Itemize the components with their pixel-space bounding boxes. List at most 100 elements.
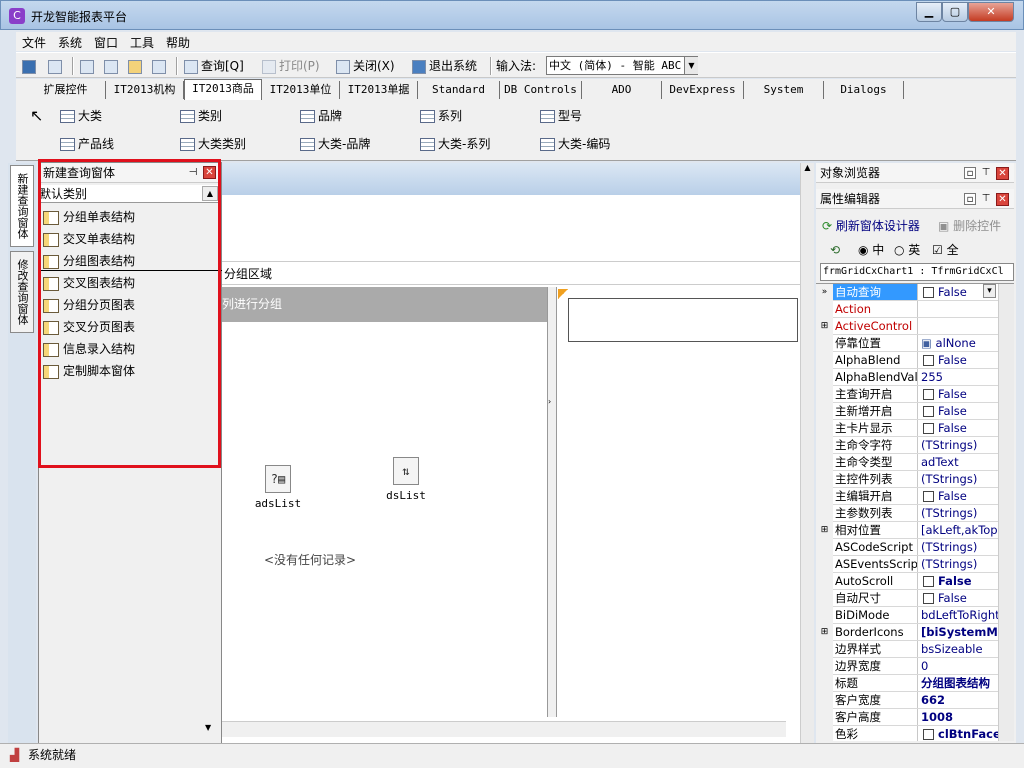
- ime-select[interactable]: 中文 (简体) - 智能 ABC: [546, 56, 698, 75]
- palette-tab-dialogs[interactable]: Dialogs: [824, 81, 904, 99]
- comp-category-brand[interactable]: 大类-品牌: [300, 135, 370, 153]
- property-value[interactable]: False: [919, 352, 998, 368]
- ime-dropdown-icon[interactable]: ▼: [684, 57, 698, 74]
- expand-icon[interactable]: ⊞: [816, 318, 833, 335]
- property-value[interactable]: (TStrings): [919, 556, 998, 572]
- palette-tab-org[interactable]: IT2013机构: [106, 81, 184, 99]
- ads-list-component[interactable]: ?▤ adsList: [248, 465, 308, 510]
- palette-tab-goods[interactable]: IT2013商品: [184, 79, 262, 100]
- radio-chinese[interactable]: ◉ 中: [858, 239, 884, 261]
- checkbox-icon[interactable]: [923, 576, 934, 587]
- palette-tab-db-controls[interactable]: DB Controls: [500, 81, 582, 99]
- horizontal-scrollbar[interactable]: [222, 721, 786, 737]
- template-item[interactable]: 定制脚本窗体: [43, 361, 135, 381]
- checkbox-icon[interactable]: [923, 729, 934, 740]
- pointer-arrow-icon[interactable]: ↖: [30, 107, 43, 125]
- property-value[interactable]: False: [919, 420, 998, 436]
- delete-control-button[interactable]: ▣ 删除控件: [938, 215, 1001, 237]
- comp-category-code[interactable]: 大类-编码: [540, 135, 610, 153]
- print-button[interactable]: 打印(P): [262, 57, 320, 75]
- property-row[interactable]: 主命令类型 adText: [816, 454, 998, 471]
- maximize-button[interactable]: ▢: [942, 2, 968, 22]
- property-row[interactable]: AutoScroll False: [816, 573, 998, 590]
- checkbox-icon[interactable]: [923, 423, 934, 434]
- property-row[interactable]: Action: [816, 301, 998, 318]
- checkbox-icon[interactable]: [923, 355, 934, 366]
- object-browser-close-icon[interactable]: ✕: [996, 167, 1009, 180]
- chevron-up-icon[interactable]: ▲: [202, 186, 218, 201]
- template-item[interactable]: 分组单表结构: [43, 207, 135, 227]
- property-row[interactable]: ⊞BorderIcons[biSystemMer: [816, 624, 998, 641]
- property-row[interactable]: 主新增开启 False: [816, 403, 998, 420]
- property-row[interactable]: 主控件列表 (TStrings): [816, 471, 998, 488]
- checkbox-icon[interactable]: [923, 406, 934, 417]
- property-row[interactable]: 色彩 clBtnFace: [816, 726, 998, 741]
- sync-icon[interactable]: ⟲: [830, 239, 840, 261]
- checkbox-icon[interactable]: [923, 491, 934, 502]
- close-button[interactable]: 关闭(X): [336, 57, 395, 75]
- property-value[interactable]: False: [919, 590, 998, 606]
- comp-product-line[interactable]: 产品线: [60, 135, 114, 153]
- radio-english[interactable]: ○ 英: [894, 239, 920, 261]
- exit-system-button[interactable]: 退出系统: [412, 57, 477, 75]
- property-row[interactable]: 边界宽度 0: [816, 658, 998, 675]
- template-item[interactable]: 交叉分页图表: [43, 317, 135, 337]
- property-value[interactable]: adText: [919, 454, 998, 470]
- show-all-checkbox[interactable]: ☑ 全: [932, 239, 959, 261]
- tool-icon-2[interactable]: [104, 57, 121, 75]
- checkbox-icon[interactable]: [923, 593, 934, 604]
- menu-help[interactable]: 帮助: [166, 34, 190, 51]
- property-value[interactable]: (TStrings): [919, 437, 998, 453]
- close-window-button[interactable]: ✕: [968, 2, 1014, 22]
- property-row[interactable]: 主查询开启 False: [816, 386, 998, 403]
- property-editor-close-icon[interactable]: ✕: [996, 193, 1009, 206]
- property-value[interactable]: ▣ alNone: [919, 335, 998, 351]
- template-item[interactable]: 信息录入结构: [43, 339, 135, 359]
- property-value[interactable]: 662: [919, 692, 998, 708]
- checkbox-icon[interactable]: [923, 287, 934, 298]
- refresh-designer-button[interactable]: ⟳ 刷新窗体设计器: [822, 215, 920, 237]
- property-row[interactable]: ASEventsScript (TStrings): [816, 556, 998, 573]
- property-row[interactable]: 客户宽度 662: [816, 692, 998, 709]
- property-value[interactable]: False: [919, 488, 998, 504]
- property-value[interactable]: False ▾: [919, 284, 998, 300]
- palette-tab-ado[interactable]: ADO: [582, 81, 662, 99]
- pin-icon[interactable]: ⊤: [980, 193, 992, 205]
- property-value[interactable]: [akLeft,akTop]: [919, 522, 998, 538]
- property-row[interactable]: ⊞ ActiveControl: [816, 318, 998, 335]
- ds-list-component[interactable]: ⇅ dsList: [376, 457, 436, 502]
- property-row[interactable]: 停靠位置 ▣ alNone: [816, 335, 998, 352]
- panel-close-icon[interactable]: ✕: [203, 166, 216, 179]
- property-row[interactable]: 客户高度 1008: [816, 709, 998, 726]
- pin-icon[interactable]: ⊤: [980, 167, 992, 179]
- tool-icon-1[interactable]: [80, 57, 97, 75]
- property-value[interactable]: bsSizeable: [919, 641, 998, 657]
- query-button[interactable]: 查询[Q]: [184, 57, 244, 75]
- comp-series[interactable]: 系列: [420, 107, 462, 125]
- tool-icon-4[interactable]: [152, 57, 169, 75]
- property-value[interactable]: 0: [919, 658, 998, 674]
- property-row[interactable]: AlphaBlendValue255: [816, 369, 998, 386]
- property-value[interactable]: clBtnFace: [919, 726, 998, 741]
- property-row[interactable]: 自动尺寸 False: [816, 590, 998, 607]
- property-row[interactable]: BiDiMode bdLeftToRight: [816, 607, 998, 624]
- palette-tab-unit[interactable]: IT2013单位: [262, 81, 340, 99]
- palette-tab-devexpress[interactable]: DevExpress: [662, 81, 744, 99]
- property-value[interactable]: False: [919, 386, 998, 402]
- restore-icon[interactable]: ▫: [964, 193, 976, 205]
- menu-tools[interactable]: 工具: [130, 34, 154, 51]
- comp-class[interactable]: 类别: [180, 107, 222, 125]
- tool-icon-3[interactable]: [128, 57, 145, 75]
- property-row[interactable]: 主参数列表 (TStrings): [816, 505, 998, 522]
- save-icon[interactable]: [22, 57, 39, 75]
- property-row[interactable]: ⊞ 相对位置 [akLeft,akTop]: [816, 522, 998, 539]
- property-value[interactable]: (TStrings): [919, 471, 998, 487]
- template-item[interactable]: 交叉图表结构: [43, 273, 135, 293]
- property-row[interactable]: AlphaBlend False: [816, 352, 998, 369]
- property-row[interactable]: 主命令字符 (TStrings): [816, 437, 998, 454]
- palette-tab-bills[interactable]: IT2013单据: [340, 81, 418, 99]
- palette-tab-system[interactable]: System: [744, 81, 824, 99]
- property-value[interactable]: (TStrings): [919, 539, 998, 555]
- comp-category-class[interactable]: 大类类别: [180, 135, 246, 153]
- chevron-down-icon[interactable]: ▾: [983, 284, 996, 298]
